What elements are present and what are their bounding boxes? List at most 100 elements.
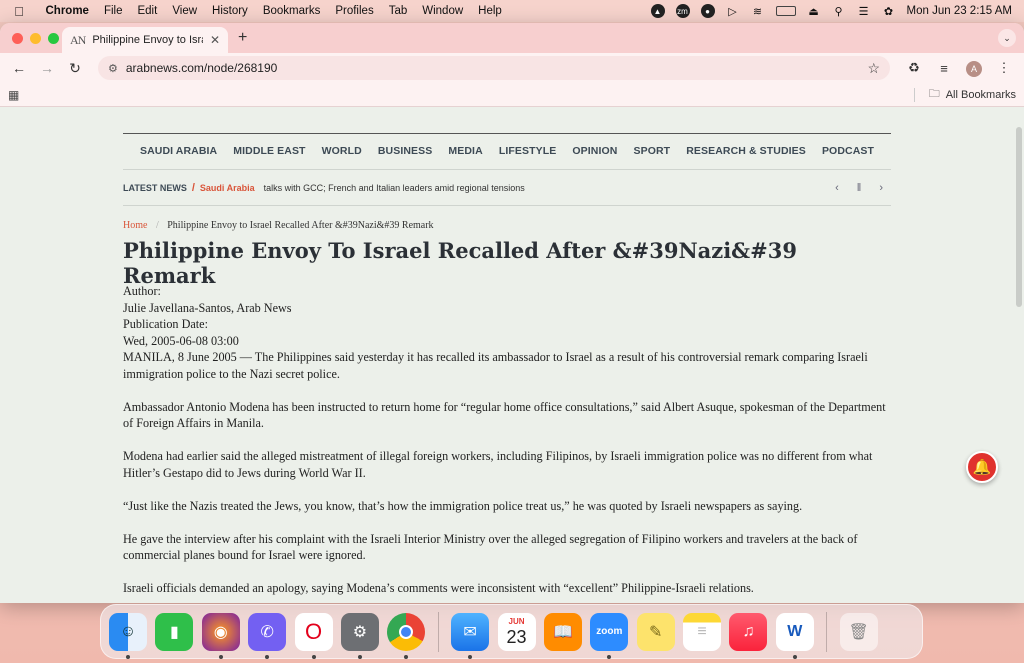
menu-edit[interactable]: Edit: [130, 5, 165, 17]
tab-title: Philippine Envoy to Israel Rec: [92, 34, 203, 46]
notes-icon[interactable]: ≡: [683, 612, 722, 651]
play-status-icon[interactable]: ▷: [726, 4, 740, 18]
publication-date: Wed, 2005-06-08 03:00: [123, 333, 239, 348]
breadcrumb-home[interactable]: Home: [123, 220, 147, 231]
menu-file[interactable]: File: [96, 5, 130, 17]
browser-window: AN Philippine Envoy to Israel Rec ✕ + ⌄ …: [0, 23, 1024, 603]
ticker-category[interactable]: Saudi Arabia: [200, 183, 255, 193]
apps-grid-icon[interactable]: ▦: [8, 88, 19, 102]
running-indicator: [468, 654, 473, 659]
system-settings-gear-icon[interactable]: ⚙: [340, 612, 379, 659]
nav-lifestyle[interactable]: LIFESTYLE: [499, 145, 557, 157]
reload-icon[interactable]: ↻: [64, 60, 86, 77]
mail-icon[interactable]: ✉: [451, 612, 490, 659]
trash-icon[interactable]: 🗑: [839, 612, 878, 651]
dock: ☺ ▮ ◉ ✆ O ⚙ ✉ JUN 23 📖 zoom ✎ ≡ ♫ W 🗑: [100, 604, 923, 659]
wifi-icon[interactable]: ≋: [751, 4, 765, 18]
notification-bell-icon[interactable]: 🔔: [966, 451, 998, 483]
books-icon[interactable]: 📖: [543, 612, 582, 651]
calendar-month: JUN: [508, 616, 525, 626]
menubar-clock[interactable]: Mon Jun 23 2:15 AM: [907, 5, 1012, 17]
minimize-window-button[interactable]: [30, 32, 41, 44]
active-tab[interactable]: AN Philippine Envoy to Israel Rec ✕: [62, 27, 228, 53]
viber-icon[interactable]: ✆: [248, 612, 287, 659]
nav-middle-east[interactable]: MIDDLE EAST: [233, 145, 305, 157]
address-url[interactable]: arabnews.com/node/268190: [126, 61, 277, 75]
ticker-next-icon[interactable]: ›: [879, 182, 883, 194]
running-indicator: [126, 654, 130, 659]
zoom-status-icon[interactable]: zm: [675, 4, 690, 18]
forward-arrow-icon[interactable]: →: [36, 60, 58, 76]
microsoft-word-icon[interactable]: W: [775, 612, 814, 659]
ticker-divider: [123, 205, 891, 206]
menu-bookmarks[interactable]: Bookmarks: [255, 5, 328, 17]
menu-window[interactable]: Window: [415, 5, 471, 17]
firefox-icon[interactable]: ◉: [201, 612, 240, 659]
extensions-puzzle-icon[interactable]: ♻: [902, 60, 926, 76]
nav-business[interactable]: BUSINESS: [378, 145, 432, 157]
control-center-icon[interactable]: ☰: [857, 4, 871, 18]
address-bar[interactable]: ⚙ arabnews.com/node/268190 ☆: [98, 56, 890, 80]
numbers-icon[interactable]: ▮: [155, 612, 194, 651]
nav-top-divider: [123, 133, 891, 134]
menu-help[interactable]: Help: [471, 5, 510, 17]
page-scrollbar[interactable]: [1016, 127, 1022, 307]
running-indicator: [607, 654, 612, 659]
folder-icon: 🗀: [928, 88, 940, 100]
nav-podcast[interactable]: PODCAST: [822, 145, 874, 157]
new-tab-plus-icon[interactable]: +: [228, 29, 247, 47]
menu-history[interactable]: History: [205, 5, 256, 17]
ticker-pause-icon[interactable]: ‖: [857, 182, 862, 194]
close-window-button[interactable]: [12, 32, 23, 44]
article-title: Philippine Envoy To Israel Recalled Afte…: [123, 238, 797, 288]
opera-icon[interactable]: O: [294, 612, 333, 659]
menu-profiles[interactable]: Profiles: [328, 5, 381, 17]
apple-icon[interactable]: : [0, 4, 38, 19]
running-indicator: [357, 654, 362, 659]
author-name: Julie Javellana-Santos, Arab News: [123, 300, 292, 315]
bookmarks-divider: [913, 87, 915, 102]
siri-icon[interactable]: ✿: [882, 4, 896, 18]
ticker-prev-icon[interactable]: ‹: [835, 182, 839, 194]
zoom-window-button[interactable]: [48, 32, 59, 44]
chrome-icon[interactable]: [387, 612, 426, 659]
all-bookmarks-button[interactable]: 🗀 All Bookmarks: [913, 85, 1016, 104]
profile-avatar[interactable]: A: [962, 60, 986, 77]
nav-opinion[interactable]: OPINION: [572, 145, 617, 157]
menu-app-name[interactable]: Chrome: [38, 5, 96, 17]
calendar-day: 23: [506, 626, 527, 647]
reading-list-icon[interactable]: ≡: [932, 61, 956, 76]
arabnews-favicon-icon: AN: [70, 32, 86, 47]
tab-close-icon[interactable]: ✕: [210, 33, 220, 47]
article-paragraph: He gave the interview after his complain…: [123, 531, 858, 563]
nav-sport[interactable]: SPORT: [634, 145, 671, 157]
bookmark-star-icon[interactable]: ☆: [867, 60, 880, 77]
music-icon[interactable]: ♫: [729, 612, 768, 651]
eject-icon[interactable]: ⏏: [807, 4, 821, 18]
nav-research-studies[interactable]: RESEARCH & STUDIES: [686, 145, 806, 157]
calendar-icon[interactable]: JUN 23: [497, 612, 536, 651]
running-indicator: [218, 654, 223, 659]
nav-saudi-arabia[interactable]: SAUDI ARABIA: [140, 145, 217, 157]
nav-world[interactable]: WORLD: [322, 145, 362, 157]
publication-date-label: Publication Date:: [123, 317, 208, 331]
stickies-icon[interactable]: ✎: [636, 612, 675, 651]
status-app-icon[interactable]: ▲: [650, 4, 665, 18]
tab-search-chevron-icon[interactable]: ⌄: [998, 29, 1016, 47]
chat-status-icon[interactable]: ●: [700, 4, 715, 18]
more-menu-kebab-icon[interactable]: ⋮: [992, 60, 1016, 76]
finder-icon[interactable]: ☺: [109, 612, 147, 659]
battery-icon[interactable]: [775, 6, 796, 16]
nav-media[interactable]: MEDIA: [448, 145, 482, 157]
ticker-headline[interactable]: talks with GCC; French and Italian leade…: [264, 183, 525, 193]
site-info-icon[interactable]: ⚙: [108, 62, 118, 75]
running-indicator: [311, 654, 316, 659]
article-paragraph: MANILA, 8 June 2005 — The Philippines sa…: [123, 350, 868, 381]
menu-view[interactable]: View: [165, 5, 205, 17]
back-arrow-icon[interactable]: ←: [8, 60, 30, 76]
breadcrumb-separator: /: [155, 220, 159, 231]
zoom-app-icon[interactable]: zoom: [590, 612, 629, 659]
spotlight-search-icon[interactable]: ⚲: [832, 4, 846, 18]
nav-divider: [123, 169, 891, 170]
menu-tab[interactable]: Tab: [381, 5, 415, 17]
